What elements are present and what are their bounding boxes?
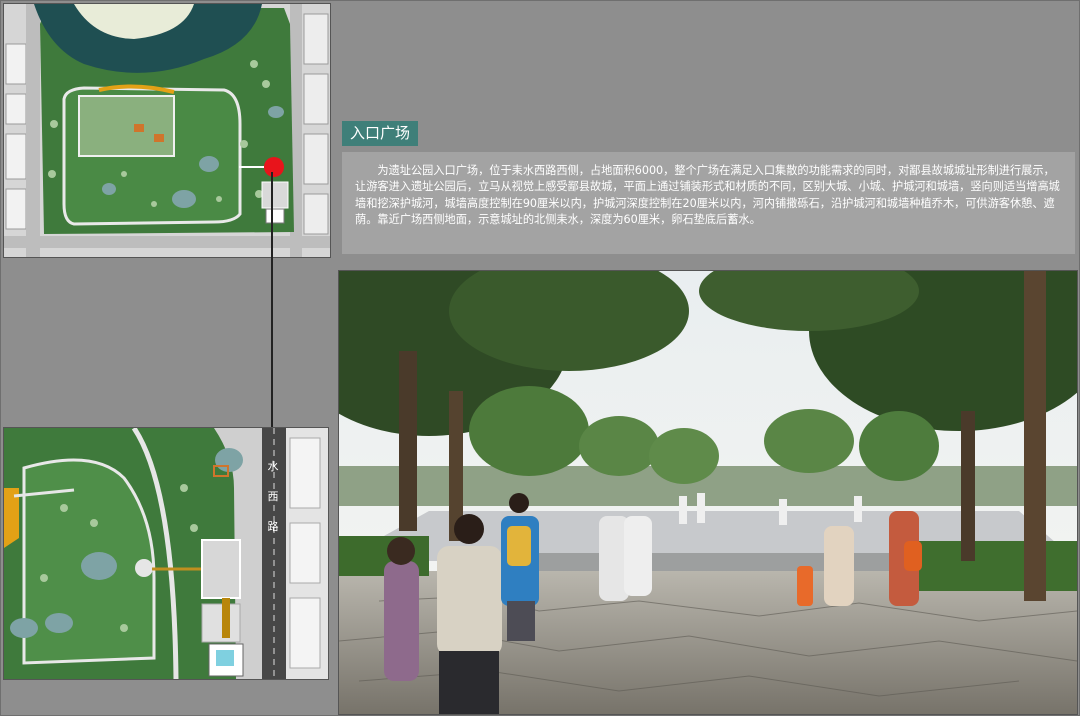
section-description: 为遗址公园入口广场，位于耒水西路西侧，占地面积6000，整个广场在满足入口集散的… — [342, 152, 1075, 254]
section-title: 入口广场 — [342, 121, 418, 146]
plaza-rendering-image — [338, 270, 1078, 715]
road-label: 水西路 — [267, 460, 279, 533]
entrance-zoom-plan: 水西路 — [3, 427, 329, 680]
entrance-marker-icon — [264, 157, 284, 177]
plan-connector-line — [271, 172, 273, 430]
site-master-plan — [3, 3, 331, 258]
